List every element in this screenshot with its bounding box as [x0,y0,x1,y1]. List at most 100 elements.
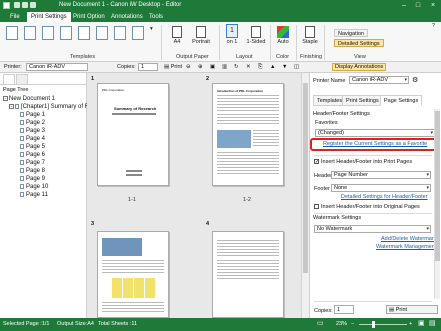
detailed-header-footer-link[interactable]: Detailed Settings for Header/Footer [341,194,428,200]
template-3[interactable] [42,26,54,41]
tab-print-settings-panel[interactable]: Print Settings [342,95,383,106]
page-thumbnail-2[interactable]: Introduction of PDL Corporation [212,83,284,186]
paper-size-icon [172,26,182,38]
print-button[interactable]: ▤ Print [162,63,184,71]
move-down-icon[interactable]: ▼ [280,63,289,71]
zoom-in-button[interactable]: + [409,321,412,327]
detailed-settings-toggle[interactable]: Detailed Settings [334,39,384,47]
footer-select[interactable]: None ▾ [331,184,431,192]
rotate-icon[interactable]: ↻ [232,63,241,71]
fit-width-icon[interactable]: ▥ [220,63,229,71]
preview-canvas[interactable]: 1 2 PDL Corporation Summary of Research … [87,73,309,318]
close-button[interactable]: × [427,0,439,11]
register-favorite-link[interactable]: Register the Current Settings as a Favor… [323,141,427,147]
paper-size-button[interactable]: A4 [168,26,186,45]
template-4[interactable] [60,26,72,41]
printer-name-select[interactable]: Canon iR-ADV ▾ [349,76,409,84]
printer-properties-icon[interactable]: ⚙ [412,76,418,84]
navigation-toggle[interactable]: Navigation [334,29,368,37]
canvas-scrollbar[interactable] [301,73,309,318]
copies-input[interactable]: 1 [138,63,158,71]
chapter-icon [15,103,19,109]
page-thumbnail-4[interactable] [212,231,284,318]
tree-page[interactable]: Page 4 [20,135,45,143]
template-8[interactable] [132,26,144,41]
sided-button[interactable]: 1-Sided [244,26,268,45]
undo-quick-icon[interactable] [22,2,28,8]
insert-page-icon[interactable]: ⎘ [256,63,264,71]
panel-print-button[interactable]: ▤ Print [386,305,438,314]
tree-chapter[interactable]: − [Chapter1] Summary of R [9,103,89,111]
watermark-select[interactable]: No Watermark ▾ [314,225,431,233]
tab-page-settings[interactable]: Page Settings [380,95,423,106]
page-thumbnail-1[interactable]: PDL Corporation Summary of Research [97,83,169,186]
minimize-button[interactable]: – [398,0,410,11]
thumbnail-tab[interactable] [16,74,28,84]
display-annotations-toggle[interactable]: Display Annotations [332,63,387,71]
fit-page-status-icon[interactable]: ▣ [418,319,425,327]
tab-annotations[interactable]: Annotations [107,12,147,22]
header-select[interactable]: Page Number ▾ [331,171,431,179]
tab-print-option[interactable]: Print Option [69,12,109,22]
tree-page[interactable]: Page 10 [20,183,48,191]
tab-tools[interactable]: Tools [145,12,167,22]
watermark-management-link[interactable]: Watermark Management [376,244,436,250]
add-delete-watermark-link[interactable]: Add/Delete Watermark [381,236,436,242]
template-2[interactable] [24,26,36,41]
favorites-select[interactable]: (Changed) ▾ [315,129,435,137]
orientation-button[interactable]: Portrait [188,26,214,45]
color-mode-button[interactable]: Auto [274,26,292,45]
tab-file[interactable]: File [6,12,24,22]
pages-per-sheet-button[interactable]: 1 on 1 [222,24,242,45]
collapse-icon[interactable]: − [3,95,8,101]
insert-header-footer-print-checkbox[interactable]: ✓ Insert Header/Footer into Print Pages [314,159,412,165]
save-quick-icon[interactable] [14,2,20,8]
insert-header-footer-original-checkbox[interactable]: Insert Header/Footer into Original Pages [314,204,420,210]
settings-scrollbar[interactable] [434,109,440,299]
redo-quick-icon[interactable] [30,2,36,8]
help-icon[interactable]: ? [432,23,435,29]
tree-page[interactable]: Page 1 [20,111,45,119]
templates-more-button[interactable]: ▾ [150,26,153,32]
fit-width-status-icon[interactable]: ▤ [429,319,436,327]
delete-icon[interactable]: ✕ [244,63,253,71]
tree-page[interactable]: Page 9 [20,175,45,183]
zoom-out-button[interactable]: − [351,321,354,327]
preview-icon[interactable]: ◫ [292,63,301,71]
window-title: New Document 1 - Canon iW Desktop - Edit… [59,2,182,8]
tree-root[interactable]: − New Document 1 [3,95,55,103]
zoom-out-icon[interactable]: ⊖ [184,63,193,71]
tree-page[interactable]: Page 2 [20,119,45,127]
page-tree-tab[interactable] [3,74,15,84]
maximize-button[interactable]: □ [412,0,424,11]
printer-select[interactable]: Canon iR-ADV [26,63,88,71]
page-thumbnail-3[interactable] [97,231,169,318]
tree-page[interactable]: Page 6 [20,151,45,159]
zoom-slider-knob[interactable] [372,321,375,328]
scroll-thumb[interactable] [435,111,440,261]
panel-copies-input[interactable]: 1 [334,305,354,314]
tree-page[interactable]: Page 3 [20,127,45,135]
tree-page[interactable]: Page 5 [20,143,45,151]
template-6[interactable] [96,26,108,41]
template-1[interactable] [6,26,18,41]
scroll-thumb[interactable] [303,83,308,273]
text-block [102,260,164,274]
collapse-icon[interactable]: − [9,103,14,109]
tab-print-settings[interactable]: Print Settings [27,12,71,22]
zoom-in-icon[interactable]: ⊕ [196,63,205,71]
tree-page[interactable]: Page 11 [20,191,48,199]
tree-page[interactable]: Page 7 [20,159,45,167]
fit-page-icon[interactable]: ▣ [208,63,217,71]
text-block [217,95,279,111]
tree-page[interactable]: Page 8 [20,167,45,175]
portrait-icon [196,26,206,38]
template-7[interactable] [114,26,126,41]
zoom-slider[interactable] [359,324,407,325]
view-mode-icon[interactable]: ▭ [317,319,324,327]
template-5[interactable] [78,26,90,41]
move-up-icon[interactable]: ▲ [268,63,277,71]
staple-button[interactable]: Staple [300,26,320,45]
page-icon [20,143,24,149]
ribbon-separator [324,25,325,60]
